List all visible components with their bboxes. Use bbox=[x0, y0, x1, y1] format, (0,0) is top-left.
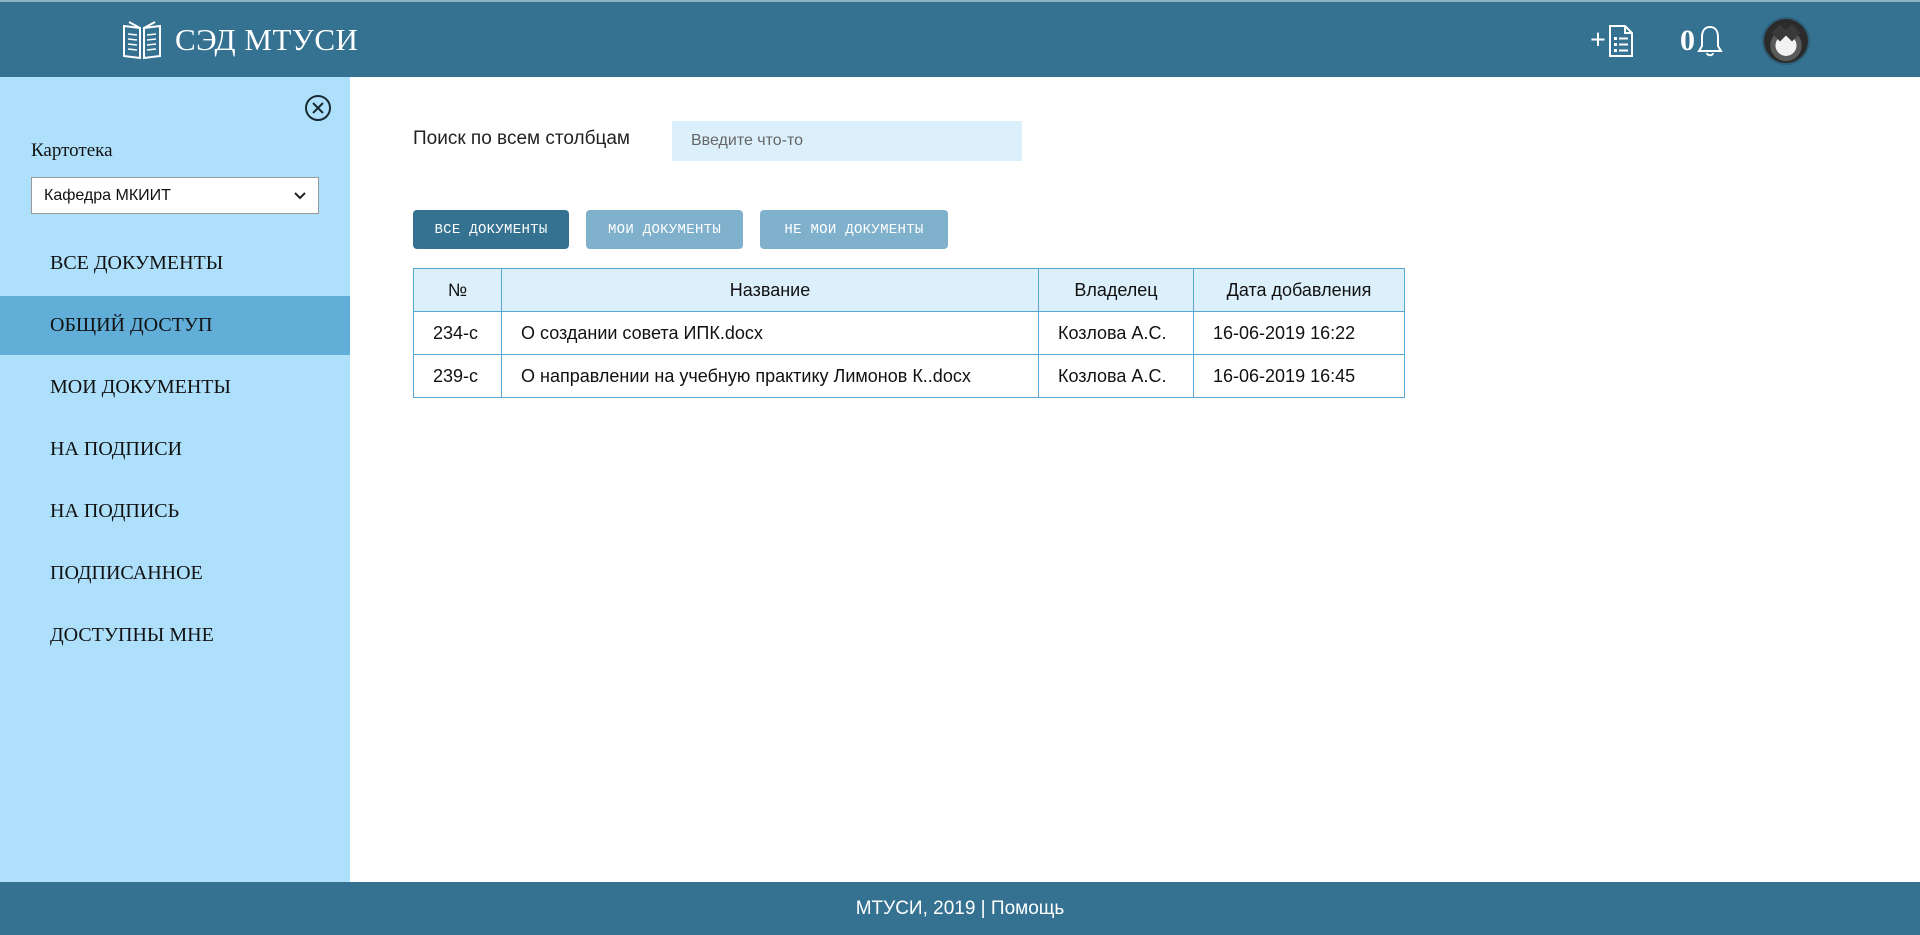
sidebar-item-available-to-me[interactable]: ДОСТУПНЫ МНЕ bbox=[0, 606, 350, 665]
sidebar-item-shared-access[interactable]: ОБЩИЙ ДОСТУП bbox=[0, 296, 350, 355]
cell-date: 16-06-2019 16:45 bbox=[1193, 354, 1405, 398]
plus-icon: + bbox=[1590, 25, 1606, 56]
sidebar: Картотека Кафедра МКИИТ ВСЕ ДОКУМЕНТЫ ОБ… bbox=[0, 77, 350, 882]
filter-all-documents-button[interactable]: ВСЕ ДОКУМЕНТЫ bbox=[413, 210, 569, 249]
close-sidebar-icon[interactable] bbox=[304, 94, 332, 122]
sidebar-item-label: ОБЩИЙ ДОСТУП bbox=[50, 314, 213, 336]
column-header-date-added[interactable]: Дата добавления bbox=[1193, 268, 1405, 312]
bell-icon bbox=[1697, 25, 1723, 57]
notification-count: 0 bbox=[1680, 24, 1695, 57]
cell-owner: Козлова А.С. bbox=[1038, 311, 1194, 355]
top-header: СЭД МТУСИ + 0 bbox=[0, 0, 1920, 77]
book-icon bbox=[123, 21, 161, 60]
documents-table: № Название Владелец Дата добавления 234-… bbox=[413, 268, 1405, 398]
cell-date: 16-06-2019 16:22 bbox=[1193, 311, 1405, 355]
sidebar-item-label: МОИ ДОКУМЕНТЫ bbox=[50, 376, 231, 398]
column-header-owner[interactable]: Владелец bbox=[1038, 268, 1194, 312]
column-header-name[interactable]: Название bbox=[501, 268, 1039, 312]
sidebar-item-label: НА ПОДПИСЬ bbox=[50, 500, 180, 522]
notifications-button[interactable]: 0 bbox=[1680, 20, 1723, 62]
brand-logo[interactable]: СЭД МТУСИ bbox=[121, 20, 358, 60]
filter-my-documents-button[interactable]: МОИ ДОКУМЕНТЫ bbox=[586, 210, 743, 249]
search-label: Поиск по всем столбцам bbox=[413, 128, 630, 149]
avatar-ear bbox=[1783, 24, 1801, 42]
table-row[interactable]: 239-с О направлении на учебную практику … bbox=[413, 354, 1405, 398]
sidebar-item-label: ВСЕ ДОКУМЕНТЫ bbox=[50, 252, 224, 274]
kartoteka-selected-value: Кафедра МКИИТ bbox=[44, 186, 171, 204]
footer-separator: | bbox=[975, 897, 991, 919]
add-document-button[interactable]: + bbox=[1590, 20, 1634, 62]
footer-copyright: МТУСИ, 2019 bbox=[855, 897, 976, 919]
search-input[interactable] bbox=[672, 121, 1022, 161]
column-header-number[interactable]: № bbox=[413, 268, 502, 312]
cell-number: 234-с bbox=[413, 311, 502, 355]
sidebar-item-for-signatures[interactable]: НА ПОДПИСИ bbox=[0, 420, 350, 479]
table-row[interactable]: 234-с О создании совета ИПК.docx Козлова… bbox=[413, 311, 1405, 355]
sidebar-nav: ВСЕ ДОКУМЕНТЫ ОБЩИЙ ДОСТУП МОИ ДОКУМЕНТЫ… bbox=[0, 234, 350, 668]
cell-name[interactable]: О создании совета ИПК.docx bbox=[501, 311, 1039, 355]
cell-number: 239-с bbox=[413, 354, 502, 398]
table-header-row: № Название Владелец Дата добавления bbox=[413, 268, 1405, 312]
sidebar-item-label: ПОДПИСАННОЕ bbox=[50, 562, 203, 584]
cell-owner: Козлова А.С. bbox=[1038, 354, 1194, 398]
kartoteka-select[interactable]: Кафедра МКИИТ bbox=[31, 177, 319, 214]
sidebar-item-signed[interactable]: ПОДПИСАННОЕ bbox=[0, 544, 350, 603]
brand-title: СЭД МТУСИ bbox=[175, 22, 359, 57]
document-list-icon bbox=[1608, 25, 1633, 57]
user-avatar[interactable] bbox=[1762, 17, 1810, 65]
sidebar-item-for-signing[interactable]: НА ПОДПИСЬ bbox=[0, 482, 350, 541]
chevron-down-icon bbox=[294, 191, 306, 199]
footer-help-link[interactable]: Помощь bbox=[991, 898, 1064, 920]
filter-not-my-documents-button[interactable]: НЕ МОИ ДОКУМЕНТЫ bbox=[760, 210, 948, 249]
sidebar-item-label: ДОСТУПНЫ МНЕ bbox=[50, 624, 214, 646]
page-footer: МТУСИ, 2019 | Помощь bbox=[0, 882, 1920, 935]
kartoteka-label: Картотека bbox=[31, 140, 113, 161]
cell-name[interactable]: О направлении на учебную практику Лимоно… bbox=[501, 354, 1039, 398]
sidebar-item-my-documents[interactable]: МОИ ДОКУМЕНТЫ bbox=[0, 358, 350, 417]
sidebar-item-label: НА ПОДПИСИ bbox=[50, 438, 183, 460]
sidebar-item-all-documents[interactable]: ВСЕ ДОКУМЕНТЫ bbox=[0, 234, 350, 293]
